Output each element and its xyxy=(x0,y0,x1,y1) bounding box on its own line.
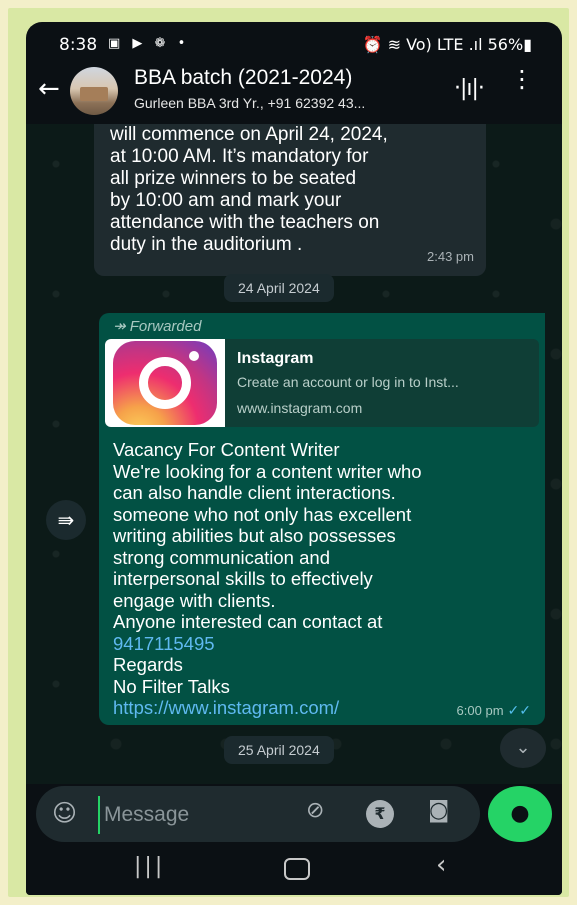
message-line: duty in the auditorium . xyxy=(110,234,303,255)
instagram-logo-icon xyxy=(105,339,225,427)
preview-url: www.instagram.com xyxy=(237,400,363,416)
message-line: We're looking for a content writer who xyxy=(113,460,422,482)
message-line: Vacancy For Content Writer xyxy=(113,439,340,460)
preview-title: Instagram xyxy=(237,350,314,367)
nav-back-icon[interactable]: ‹ xyxy=(436,850,446,880)
chat-participants[interactable]: Gurleen BBA 3rd Yr., +91 62392 43... xyxy=(134,95,365,111)
phone-number-link[interactable]: 9417115495 xyxy=(113,633,533,655)
scroll-down-icon[interactable]: ⌄ xyxy=(500,728,546,768)
message-line: will commence on April 24, 2024, xyxy=(110,124,388,145)
message-line: writing abilities but also possesses xyxy=(113,525,396,546)
date-separator: 25 April 2024 xyxy=(224,736,334,764)
more-options-icon[interactable]: ⋮ xyxy=(510,67,534,91)
message-line: at 10:00 AM. It’s mandatory for xyxy=(110,146,369,167)
link-preview[interactable]: Instagram Create an account or log in to… xyxy=(105,339,539,427)
status-time: 8:38 xyxy=(59,35,98,55)
read-receipt-icon: ✓✓ xyxy=(507,702,531,718)
message-line: engage with clients. xyxy=(113,589,276,611)
outgoing-message-bubble[interactable]: ↠ Forwarded Instagram Create an account … xyxy=(99,313,545,725)
outgoing-message-time: 6:00 pm ✓✓ xyxy=(456,702,531,718)
message-input[interactable] xyxy=(98,796,336,834)
incoming-message-time: 2:43 pm xyxy=(427,249,474,264)
status-bar: 8:38 ▣ ▶ ❁ • ⏰ ≋ Vo) LTE .ıl 56%▮ xyxy=(26,22,562,62)
chat-area[interactable]: will commence on April 24, 2024, at 10:0… xyxy=(26,124,562,784)
system-status-icons: ⏰ ≋ Vo) LTE .ıl 56%▮ xyxy=(362,35,532,54)
message-line: strong communication and xyxy=(113,546,330,568)
home-icon[interactable] xyxy=(284,858,310,880)
message-line: by 10:00 am and mark your xyxy=(110,190,342,211)
camera-icon[interactable]: ◙ xyxy=(428,798,449,823)
message-line: attendance with the teachers on xyxy=(110,212,380,233)
notification-icons: ▣ ▶ ❁ • xyxy=(108,36,190,51)
chat-header: ← BBA batch (2021-2024) Gurleen BBA 3rd … xyxy=(26,62,562,124)
forwarded-label: ↠ Forwarded xyxy=(113,318,202,335)
message-line: Regards xyxy=(113,654,183,675)
payment-rupee-icon[interactable]: ₹ xyxy=(366,800,394,828)
message-line: all prize winners to be seated xyxy=(110,168,357,189)
chat-title[interactable]: BBA batch (2021-2024) xyxy=(134,66,352,90)
message-line: interpersonal skills to effectively xyxy=(113,568,373,589)
message-line: can also handle client interactions. xyxy=(113,482,396,503)
voice-chat-icon[interactable]: ·|ı|· xyxy=(454,76,485,101)
forwarded-arrow-icon: ↠ xyxy=(113,318,130,335)
phone-screen: 8:38 ▣ ▶ ❁ • ⏰ ≋ Vo) LTE .ıl 56%▮ ← BBA … xyxy=(26,22,562,895)
forward-icon[interactable]: ⇛ xyxy=(46,500,86,540)
message-composer: ☺ ⊘ ₹ ◙ xyxy=(36,786,480,842)
incoming-message-text: will commence on April 24, 2024, at 10:0… xyxy=(110,124,480,256)
date-separator: 24 April 2024 xyxy=(224,274,334,302)
message-line: Anyone interested can contact at xyxy=(113,611,383,632)
emoji-icon[interactable]: ☺ xyxy=(52,799,77,827)
preview-description: Create an account or log in to Inst... xyxy=(237,374,459,390)
attach-icon[interactable]: ⊘ xyxy=(306,798,324,823)
incoming-message-bubble[interactable]: will commence on April 24, 2024, at 10:0… xyxy=(94,124,486,276)
message-line: someone who not only has excellent xyxy=(113,503,412,525)
recent-apps-icon[interactable]: ||| xyxy=(134,854,165,879)
back-arrow-icon[interactable]: ← xyxy=(38,74,60,104)
group-avatar[interactable] xyxy=(70,67,118,115)
system-nav-bar: ||| ‹ xyxy=(26,842,562,895)
microphone-icon[interactable]: ● xyxy=(488,786,552,842)
outgoing-message-text: Vacancy For Content Writer We're looking… xyxy=(113,439,533,719)
message-line: No Filter Talks xyxy=(113,675,230,697)
